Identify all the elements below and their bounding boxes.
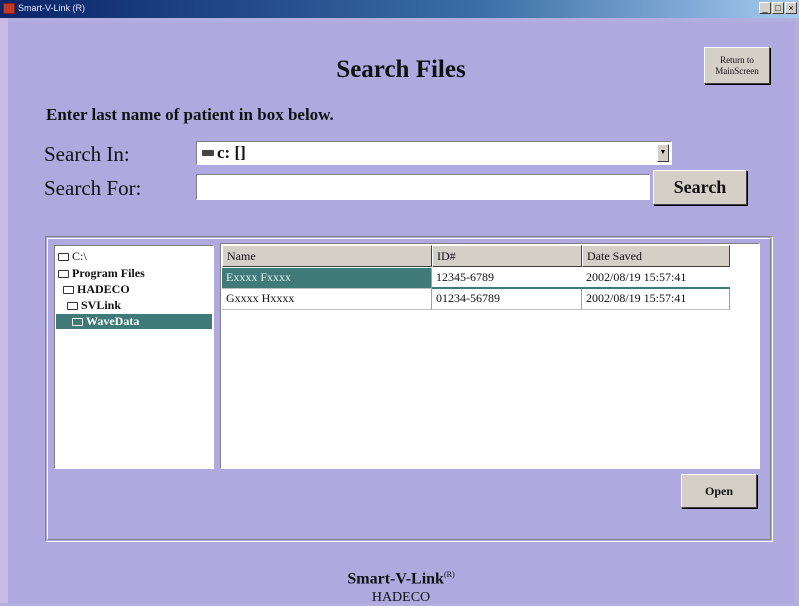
title-bar[interactable]: Smart-V-Link (R) _ □ × xyxy=(0,0,799,18)
cell-name: Exxxx Fxxxx xyxy=(226,270,292,284)
registered-mark: (R) xyxy=(443,570,455,579)
main-panel: Search Files Return to MainScreen Enter … xyxy=(8,22,794,605)
open-button[interactable]: Open xyxy=(681,474,757,508)
drive-icon xyxy=(202,150,214,156)
tree-item-svlink[interactable]: SVLink xyxy=(67,298,121,313)
cell-id: 01234-56789 xyxy=(436,291,500,305)
folder-icon xyxy=(58,269,69,278)
tree-item-hadeco[interactable]: HADECO xyxy=(63,282,130,297)
folder-icon xyxy=(63,285,74,294)
footer-brand: Smart-V-Link(R) xyxy=(347,570,455,588)
instruction-text: Enter last name of patient in box below. xyxy=(46,105,334,124)
folder-icon xyxy=(67,301,78,310)
app-icon xyxy=(3,3,15,14)
search-for-label: Search For: xyxy=(44,176,142,200)
footer-company: HADECO xyxy=(371,590,431,605)
table-row[interactable]: Gxxxx Hxxxx 01234-56789 2002/08/19 15:57… xyxy=(222,289,730,310)
column-header-date[interactable]: Date Saved xyxy=(582,245,730,267)
maximize-button[interactable]: □ xyxy=(772,2,784,14)
tree-item-wavedata[interactable]: WaveData xyxy=(56,314,212,329)
dropdown-arrow-icon[interactable]: ▼ xyxy=(657,144,669,162)
return-to-main-button[interactable]: Return to MainScreen xyxy=(704,47,770,84)
cell-date: 2002/08/19 15:57:41 xyxy=(582,268,730,287)
close-button[interactable]: × xyxy=(785,2,797,14)
drive-select[interactable]: c: [] ▼ xyxy=(196,141,672,165)
folder-open-icon xyxy=(72,317,83,326)
tree-item-program-files[interactable]: Program Files xyxy=(58,266,145,281)
file-list[interactable]: Name ID# Date Saved Exxxx Fxxxx 12345-67… xyxy=(220,243,760,469)
search-button[interactable]: Search xyxy=(653,170,747,205)
table-row[interactable]: Exxxx Fxxxx 12345-6789 2002/08/19 15:57:… xyxy=(222,268,730,289)
folder-icon xyxy=(58,252,69,261)
column-header-name[interactable]: Name xyxy=(222,245,432,267)
tree-item-c-drive[interactable]: C:\ xyxy=(58,249,87,264)
file-browser-panel: C:\ Program Files HADECO SVLink WaveData… xyxy=(45,236,773,542)
cell-name: Gxxxx Hxxxx xyxy=(226,291,295,305)
page-title: Search Files xyxy=(336,56,466,83)
window-border xyxy=(0,18,8,603)
column-header-id[interactable]: ID# xyxy=(432,245,582,267)
search-input[interactable] xyxy=(196,174,650,200)
minimize-button[interactable]: _ xyxy=(759,2,771,14)
directory-tree[interactable]: C:\ Program Files HADECO SVLink WaveData xyxy=(54,245,214,469)
search-in-label: Search In: xyxy=(44,142,130,166)
drive-select-value: c: [] xyxy=(217,143,246,162)
cell-id: 12345-6789 xyxy=(432,268,582,287)
cell-date: 2002/08/19 15:57:41 xyxy=(586,291,687,305)
window-title: Smart-V-Link (R) xyxy=(18,3,86,13)
